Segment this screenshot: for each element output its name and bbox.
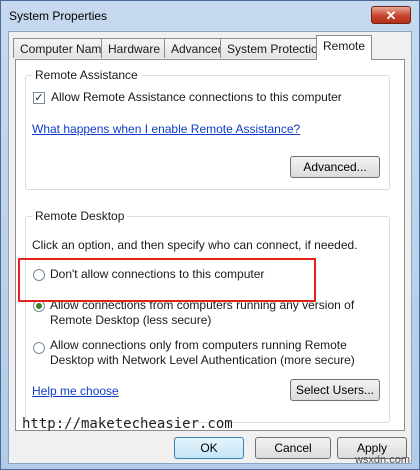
system-properties-window: System Properties ✕ Computer Name Hardwa… (0, 0, 420, 470)
remote-desktop-group-title: Remote Desktop (32, 209, 128, 223)
tab-remote[interactable]: Remote (316, 35, 373, 60)
title-bar[interactable]: System Properties ✕ (1, 1, 419, 31)
tab-hardware[interactable]: Hardware (101, 38, 168, 58)
highlight-annotation-box (18, 258, 316, 302)
corner-watermark: wsxdn.com (354, 454, 410, 466)
close-button[interactable]: ✕ (371, 6, 411, 24)
allow-remote-assistance-checkbox[interactable]: ✓ (33, 92, 45, 104)
window-title: System Properties (9, 9, 108, 23)
remote-desktop-instructions: Click an option, and then specify who ca… (32, 238, 358, 252)
ok-button[interactable]: OK (174, 437, 244, 459)
select-users-button[interactable]: Select Users... (290, 379, 380, 401)
advanced-button[interactable]: Advanced... (290, 156, 380, 178)
dialog-client-area: Computer Name Hardware Advanced System P… (8, 31, 412, 464)
tab-system-protection[interactable]: System Protection (220, 38, 332, 58)
radio-allow-nla-only-label-line2[interactable]: Desktop with Network Level Authenticatio… (50, 353, 355, 367)
allow-remote-assistance-label[interactable]: Allow Remote Assistance connections to t… (51, 90, 342, 104)
tab-computer-name[interactable]: Computer Name (13, 38, 116, 58)
radio-allow-any-version-label-line2[interactable]: Remote Desktop (less secure) (50, 313, 211, 327)
remote-assistance-group-title: Remote Assistance (32, 68, 141, 82)
radio-allow-nla-only-label-line1[interactable]: Allow connections only from computers ru… (50, 338, 347, 352)
radio-selected-dot (36, 303, 42, 309)
remote-desktop-group: Remote Desktop Click an option, and then… (25, 209, 390, 423)
watermark-url: http://maketecheasier.com (22, 416, 233, 432)
remote-tab-panel: Remote Assistance ✓ Allow Remote Assista… (15, 59, 405, 431)
remote-assistance-group: Remote Assistance ✓ Allow Remote Assista… (25, 68, 390, 190)
help-me-choose-link[interactable]: Help me choose (32, 384, 119, 398)
radio-allow-nla-only[interactable] (33, 342, 45, 354)
cancel-button[interactable]: Cancel (255, 437, 331, 459)
remote-assistance-help-link[interactable]: What happens when I enable Remote Assist… (32, 122, 300, 136)
checkmark-icon: ✓ (34, 92, 44, 104)
close-icon: ✕ (385, 8, 397, 23)
